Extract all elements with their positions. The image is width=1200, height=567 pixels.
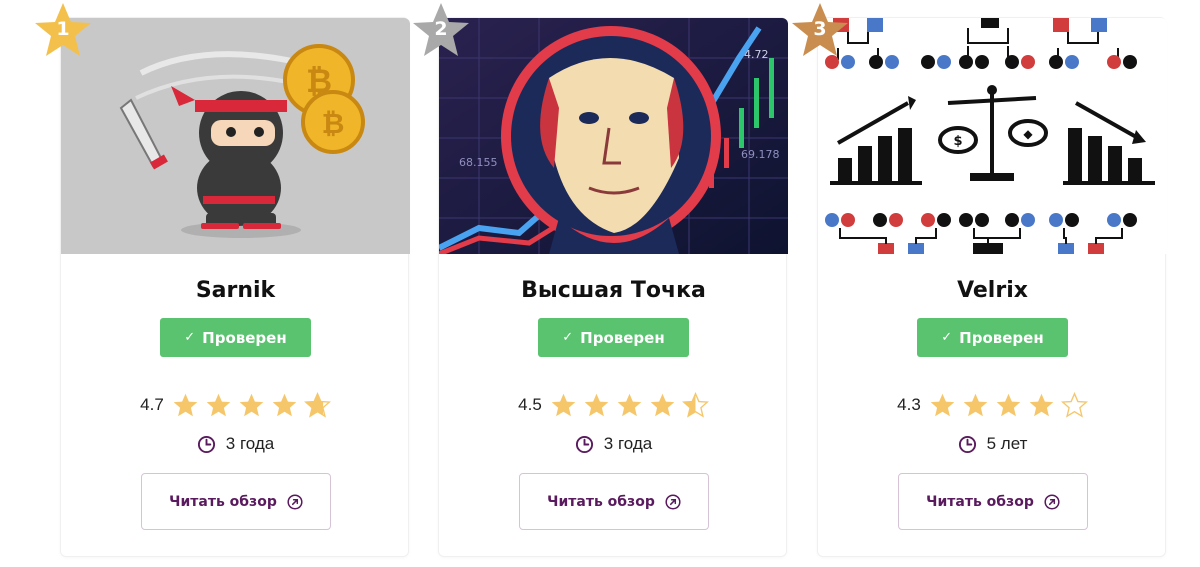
clock-icon [958,435,976,453]
rank-badge: 1 [33,1,93,59]
svg-text:◆: ◆ [1023,127,1033,141]
checkmark-icon: ✓ [184,330,196,345]
clock-icon [575,435,593,453]
verified-badge: ✓ Проверен [538,318,689,357]
read-review-label: Читать обзор [547,493,655,510]
scales-charts-network: $ ◆ [818,18,1167,254]
card-image-ninja[interactable]: ₿ ₿ [61,18,410,254]
age-label: 3 года [225,434,275,453]
star-full-icon [996,393,1021,416]
verified-label: Проверен [959,328,1044,347]
broker-card: ₿ ₿ 1 Sarnik ✓ Проверен 4.7 3 года Читат… [35,3,410,557]
age-label: 3 года [603,434,653,453]
card-image-scales[interactable]: $ ◆ [818,18,1167,254]
ninja-bitcoin-illustration: ₿ ₿ [61,18,410,254]
broker-card: $ ◆ 3 Velrix ✓ Проверен 4.3 5 лет Читать… [792,3,1167,557]
arrow-up-right-icon [1044,493,1060,510]
rank-number: 2 [434,18,448,40]
star-full-icon [650,393,675,416]
broker-card: 68.155 4.72 69.178 2 Высшая Точка ✓ Пров… [413,3,788,557]
read-review-label: Читать обзор [169,493,277,510]
star-half-icon [681,391,709,418]
star-full-icon [239,393,264,416]
arrow-up-right-icon [665,493,681,510]
star-full-icon [1029,393,1054,416]
rank-number: 1 [56,18,70,40]
read-review-button[interactable]: Читать обзор [141,473,331,530]
rating-value: 4.5 [518,395,542,414]
svg-text:4.72: 4.72 [744,48,769,61]
age-label: 5 лет [986,434,1028,453]
verified-badge: ✓ Проверен [160,318,311,357]
clock-icon [197,435,215,453]
star-empty-icon [1060,391,1088,418]
star-full-icon [551,393,576,416]
svg-text:$: $ [953,134,962,149]
arrow-up-right-icon [287,493,303,510]
read-review-button[interactable]: Читать обзор [519,473,709,530]
star-full-icon [963,393,988,416]
age-row: 3 года [439,433,788,455]
star-full-icon [930,393,955,416]
star-full-icon [272,393,297,416]
broker-name[interactable]: Sarnik [61,278,410,303]
checkmark-icon: ✓ [941,330,953,345]
broker-name[interactable]: Velrix [818,278,1167,303]
star-partial-icon [303,391,331,418]
verified-label: Проверен [580,328,665,347]
age-row: 3 года [61,433,410,455]
franklin-portrait-chart: 68.155 4.72 69.178 [439,18,788,254]
verified-badge: ✓ Проверен [917,318,1068,357]
broker-name[interactable]: Высшая Точка [439,278,788,303]
star-full-icon [617,393,642,416]
svg-text:₿: ₿ [322,107,345,140]
svg-text:68.155: 68.155 [459,156,498,169]
rating-row: 4.3 [818,391,1167,419]
age-row: 5 лет [818,433,1167,455]
star-full-icon [173,393,198,416]
read-review-button[interactable]: Читать обзор [898,473,1088,530]
star-full-icon [206,393,231,416]
rank-number: 3 [813,18,827,40]
svg-text:69.178: 69.178 [741,148,780,161]
rating-value: 4.3 [897,395,921,414]
rank-badge: 2 [411,1,471,59]
checkmark-icon: ✓ [562,330,574,345]
verified-label: Проверен [202,328,287,347]
rating-row: 4.7 [61,391,410,419]
read-review-label: Читать обзор [926,493,1034,510]
card-image-franklin[interactable]: 68.155 4.72 69.178 [439,18,788,254]
rank-badge: 3 [790,1,850,59]
star-full-icon [584,393,609,416]
rating-value: 4.7 [140,395,164,414]
rating-row: 4.5 [439,391,788,419]
